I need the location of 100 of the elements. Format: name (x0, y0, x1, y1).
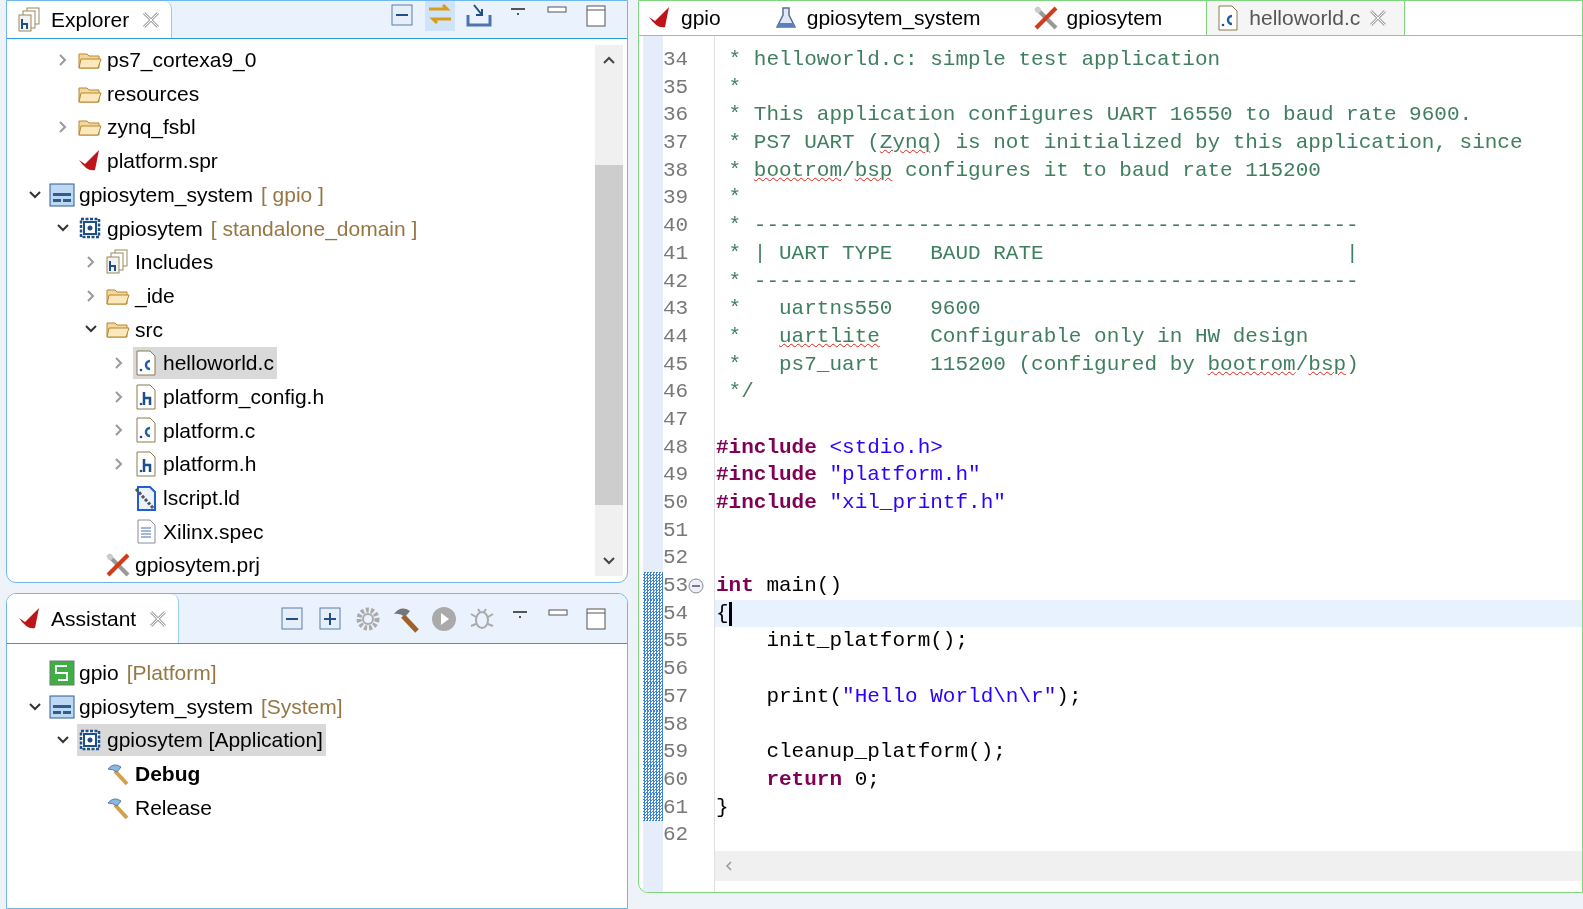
code-line: * bootrom/bsp configures it to baud rate 115200 (727, 157, 1321, 184)
tree-item[interactable]: gpiosytem_system [System] (49, 690, 346, 723)
line-number: 61 (663, 794, 689, 821)
c-file-icon (133, 417, 159, 444)
tree-item[interactable]: resources (77, 77, 203, 110)
editor-tab[interactable]: gpiosytem_system (764, 1, 1025, 35)
editor-tab[interactable]: gpio (639, 1, 765, 35)
tree-item[interactable]: platform.spr (77, 145, 221, 177)
line-number: 36 (663, 102, 689, 129)
includes-icon (17, 6, 43, 33)
line-number: 44 (663, 323, 689, 350)
system-icon (49, 181, 75, 208)
tree-item[interactable]: Debug (105, 758, 204, 790)
c-file-icon (133, 350, 159, 377)
tree-item[interactable]: gpiosytem [Application] (77, 724, 326, 756)
editor-tab[interactable]: helloworld.c (1206, 1, 1406, 35)
line-number: 55 (663, 628, 689, 655)
line-number: 51 (663, 517, 689, 544)
code-line: * (727, 185, 742, 212)
line-number: 39 (663, 185, 689, 212)
editor-tab[interactable]: gpiosytem (1024, 1, 1207, 35)
code-line: } (716, 794, 729, 821)
horizontal-scrollbar[interactable] (715, 850, 1582, 881)
platform-icon (49, 659, 75, 686)
line-number: 49 (663, 462, 689, 489)
code-line: * PS7 UART (Zynq) is not initialized by this application, since (727, 130, 1523, 157)
line-number: 38 (663, 157, 689, 184)
line-number: 54 (663, 600, 689, 627)
line-number: 40 (663, 213, 689, 240)
code-line: * This application configures UART 16550 to baud rate 9600. (727, 102, 1473, 129)
code-line: * ps7_uart 115200 (configured by bootrom/bsp) (727, 351, 1359, 378)
code-line: init_platform(); (765, 628, 969, 655)
tree-item[interactable]: src (105, 313, 166, 346)
line-number: 42 (663, 268, 689, 295)
line-number: 47 (663, 406, 689, 433)
tree-item[interactable]: zynq_fsbl (77, 111, 199, 143)
tree-item[interactable]: Xilinx.spec (133, 515, 267, 548)
line-number: 53 (663, 573, 689, 600)
line-number: 62 (663, 822, 689, 849)
code-line: int main() (716, 573, 843, 600)
tree-item[interactable]: gpio [Platform] (49, 657, 220, 689)
code-line: * | UART TYPE BAUD RATE | (727, 240, 1359, 267)
code-line: print("Hello World\n\r"); (765, 683, 1082, 710)
code-line: cleanup_platform(); (765, 739, 1006, 766)
tree-item[interactable]: gpiosytem_system [ gpio ] (49, 178, 327, 211)
tree-item[interactable]: platform_config.h (133, 380, 328, 413)
close-icon[interactable] (1368, 8, 1389, 28)
panel-tab[interactable]: Assistant (7, 594, 180, 643)
code-line: */ (727, 379, 754, 406)
text-cursor (728, 601, 732, 626)
code-line: * uartns550 9600 (727, 296, 981, 323)
tree-item[interactable]: Includes (105, 246, 217, 278)
line-number: 52 (663, 545, 689, 572)
line-number: 59 (663, 739, 689, 766)
code-line: #include <stdio.h> (716, 434, 943, 461)
tree-item[interactable]: gpiosytem [ standalone_domain ] (77, 212, 421, 245)
line-number: 57 (663, 683, 689, 710)
chevron-left-icon[interactable] (723, 859, 735, 872)
code-line: * uartlite Configurable only in HW design (727, 323, 1309, 350)
tree-item[interactable]: platform.c (133, 414, 259, 447)
tree-item[interactable]: helloworld.c (133, 347, 277, 379)
tree-item[interactable]: lscript.ld (133, 482, 244, 514)
line-number: 46 (663, 379, 689, 406)
system-icon (49, 693, 75, 720)
link-arrows-icon[interactable] (425, 1, 455, 31)
tools-icon (105, 552, 131, 579)
vertical-scrollbar[interactable] (595, 45, 623, 576)
tree-item[interactable]: Release (105, 791, 216, 824)
code-line: return 0; (765, 766, 880, 793)
code-line: * helloworld.c: simple test application (727, 47, 1221, 73)
tree-item[interactable]: gpiosytem.prj (105, 549, 263, 581)
close-icon[interactable] (148, 608, 169, 629)
line-number: 35 (663, 74, 689, 101)
tree-item[interactable]: _ide (105, 279, 178, 312)
tree-item[interactable]: ps7_cortexa9_0 (77, 44, 260, 76)
code-line: #include "platform.h" (716, 462, 981, 489)
includes-icon (105, 248, 131, 275)
tools-icon (1032, 5, 1059, 31)
line-number: 45 (663, 351, 689, 378)
code-line: { (716, 600, 729, 627)
line-number: 56 (663, 656, 689, 683)
panel-tab[interactable]: Explorer (7, 1, 173, 38)
h-file-icon (133, 451, 159, 478)
line-number: 43 (663, 296, 689, 323)
line-number: 60 (663, 766, 689, 793)
line-number: 37 (663, 130, 689, 157)
linker-script-icon (133, 484, 159, 511)
collapse-icon[interactable] (688, 577, 705, 594)
line-number: 58 (663, 711, 689, 738)
line-number: 48 (663, 434, 689, 461)
code-line: * ------------------------------------------------ (727, 213, 1359, 240)
line-number: 50 (663, 490, 689, 516)
tree-item[interactable]: platform.h (133, 448, 260, 480)
close-icon[interactable] (141, 9, 162, 30)
code-line: #include "xil_printf.h" (716, 490, 1006, 516)
code-line: * ------------------------------------------------ (727, 268, 1359, 295)
h-file-icon (133, 383, 159, 410)
line-number: 41 (663, 240, 689, 267)
code-line: * (727, 74, 742, 101)
line-number: 34 (663, 47, 689, 73)
